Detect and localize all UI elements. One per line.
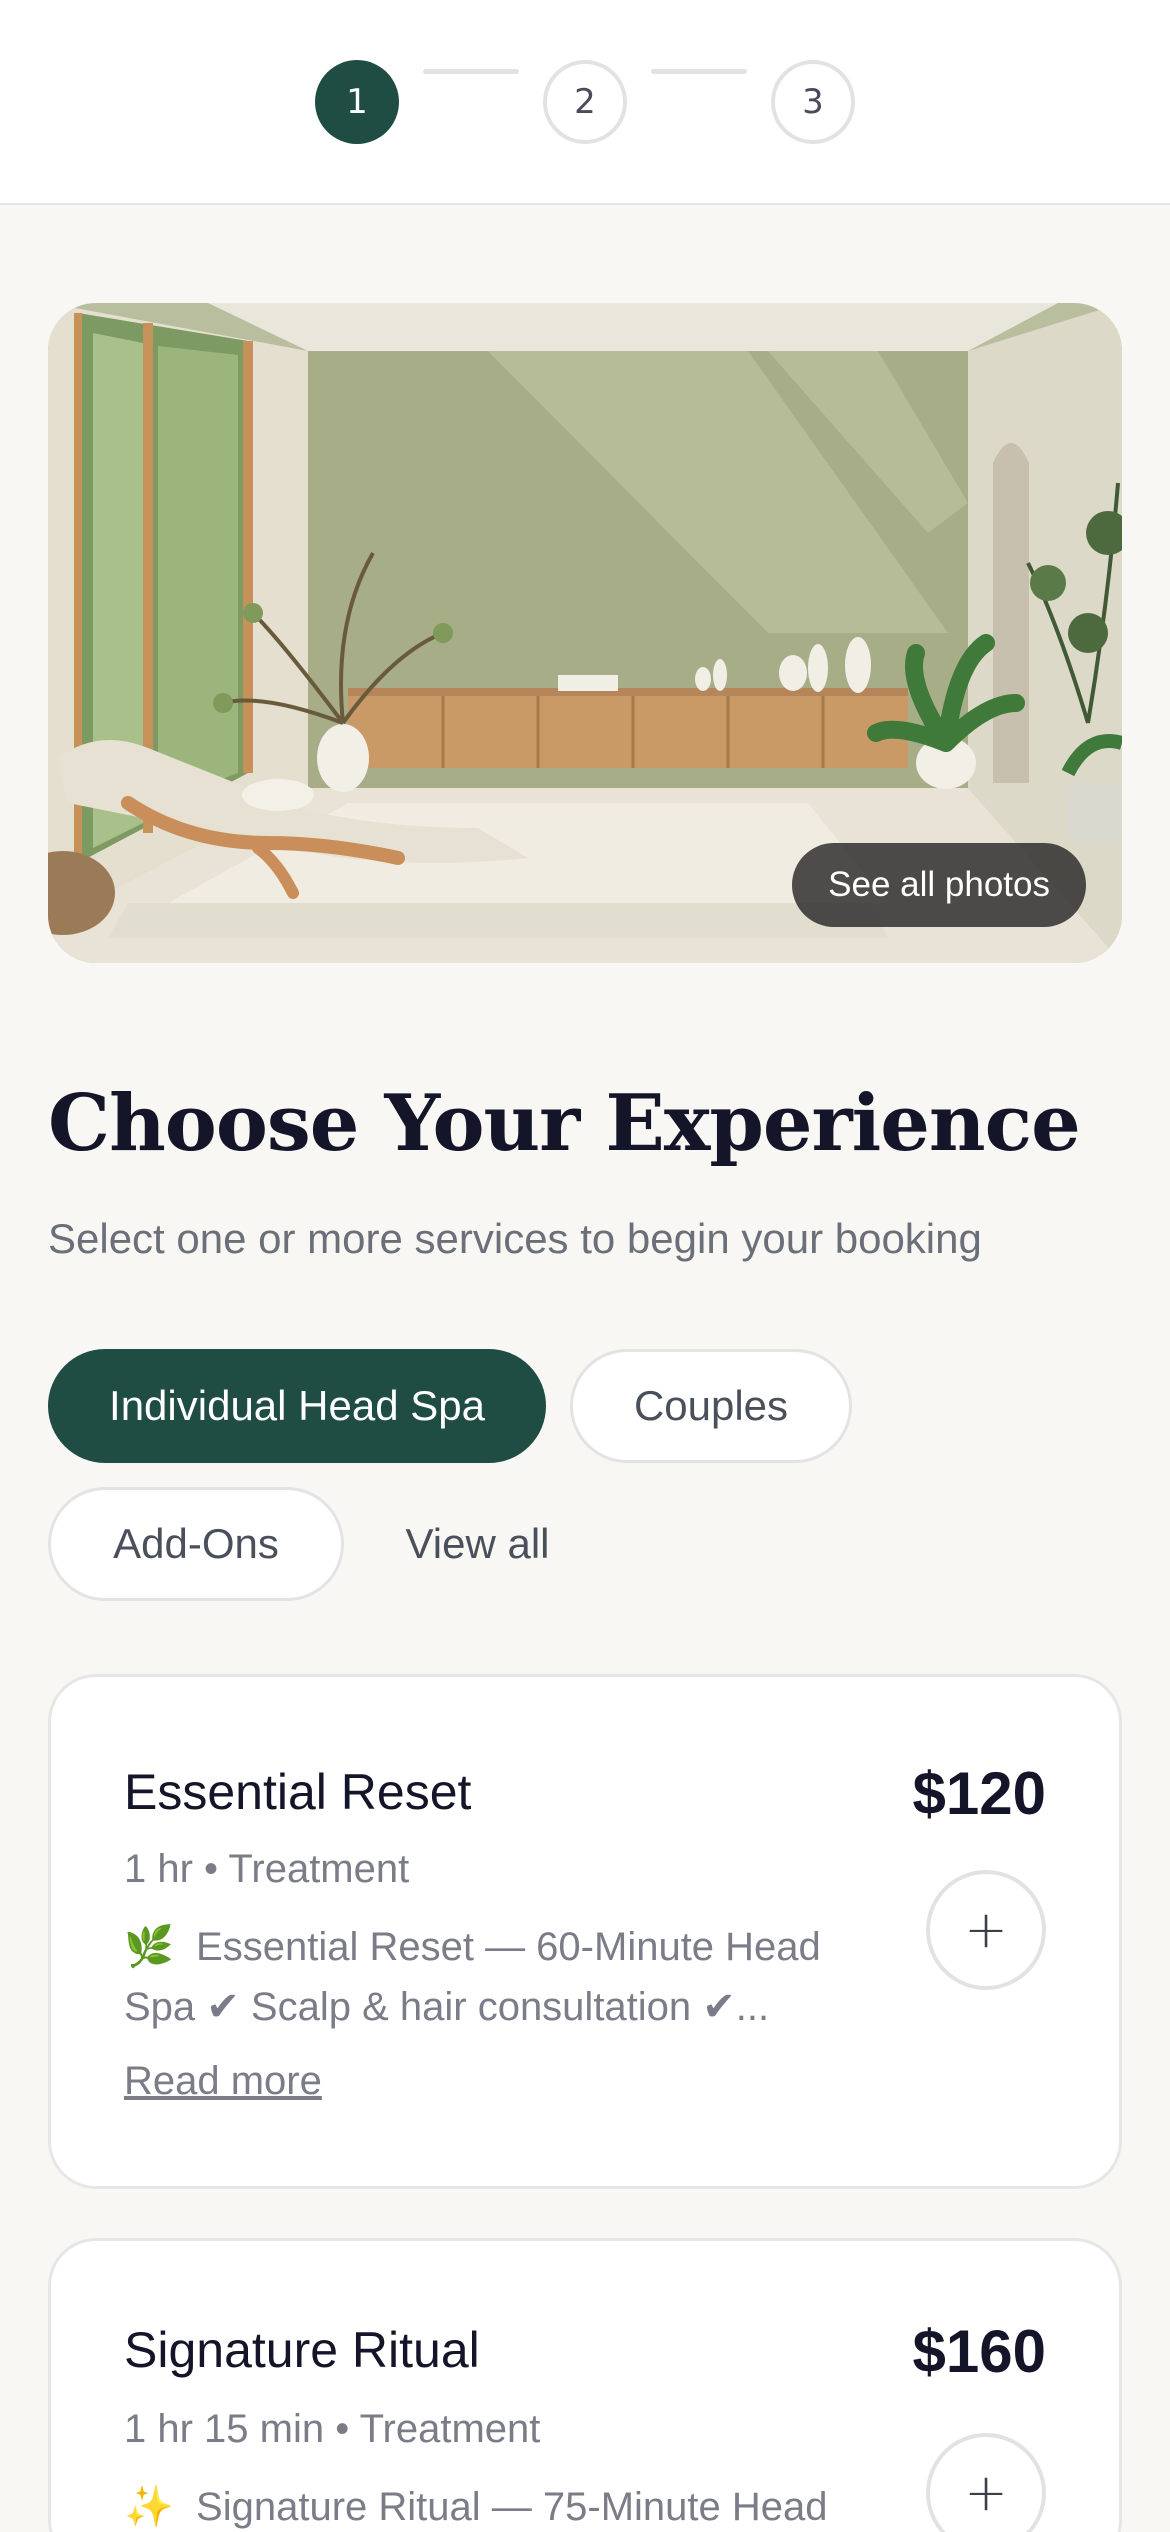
service-name: Signature Ritual [124, 2322, 480, 2378]
add-service-button[interactable]: + [926, 2433, 1046, 2532]
leaf-icon: 🌿 [124, 1924, 174, 1970]
service-name: Essential Reset [124, 1764, 472, 1820]
read-more-link[interactable]: Read more [124, 2059, 322, 2104]
filter-add-ons[interactable]: Add-Ons [48, 1487, 344, 1601]
page-title: Choose Your Experience [48, 1078, 1081, 1169]
spa-hero-photo[interactable]: See all photos [48, 303, 1122, 963]
step-1[interactable]: 1 [315, 60, 399, 144]
step-3[interactable]: 3 [771, 60, 855, 144]
filter-individual-head-spa[interactable]: Individual Head Spa [48, 1349, 546, 1463]
booking-stepper: 1 2 3 [0, 0, 1170, 205]
service-card-essential-reset[interactable]: Essential Reset $120 1 hr • Treatment 🌿 … [48, 1674, 1122, 2189]
plus-icon: + [964, 2463, 1008, 2523]
service-price: $160 [912, 2318, 1046, 2385]
service-meta: 1 hr • Treatment [124, 1847, 410, 1891]
service-card-signature-ritual[interactable]: Signature Ritual $160 1 hr 15 min • Trea… [48, 2238, 1122, 2532]
service-description: 🌿 Essential Reset — 60-Minute Head Spa ✔… [124, 1924, 821, 2029]
service-price: $120 [912, 1760, 1046, 1827]
plus-icon: + [964, 1900, 1008, 1960]
page-subtitle: Select one or more services to begin you… [48, 1215, 982, 1262]
sparkle-icon: ✨ [124, 2484, 174, 2530]
service-meta: 1 hr 15 min • Treatment [124, 2407, 541, 2451]
add-service-button[interactable]: + [926, 1870, 1046, 1990]
service-description: ✨ Signature Ritual — 75-Minute Head [124, 2484, 828, 2530]
step-connector [651, 69, 747, 74]
step-connector [423, 69, 519, 74]
see-all-photos-button[interactable]: See all photos [792, 843, 1086, 927]
filter-view-all[interactable]: View all [370, 1487, 585, 1601]
filter-couples[interactable]: Couples [570, 1349, 852, 1463]
step-2[interactable]: 2 [543, 60, 627, 144]
